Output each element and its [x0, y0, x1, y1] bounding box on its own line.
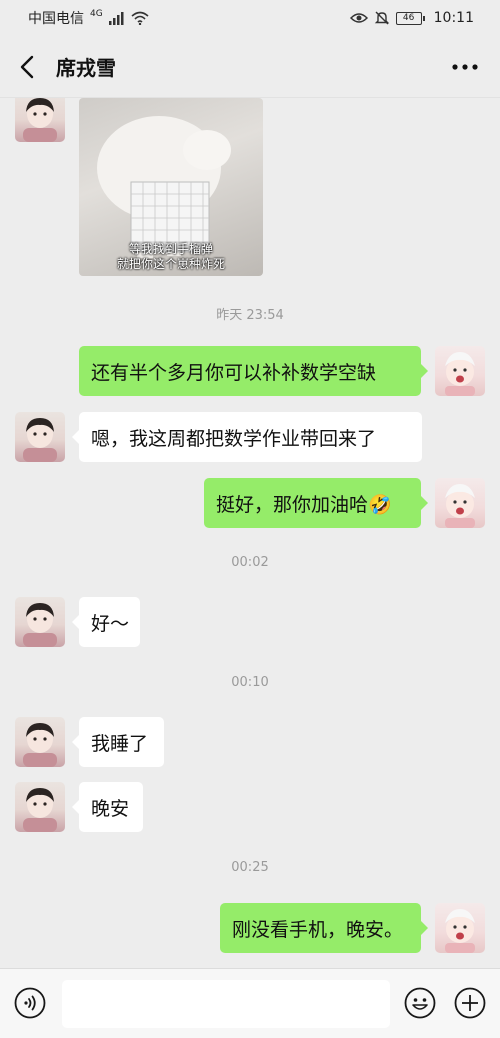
contact-avatar[interactable]	[15, 412, 65, 462]
incoming-message[interactable]: 嗯，我这周都把数学作业带回来了	[72, 412, 422, 462]
battery-icon: 46	[395, 11, 425, 25]
contact-name: 席戎雪	[56, 56, 116, 80]
chat-message-list[interactable]: 等我找到手榴弹 就把你这个崽种炸死 昨天 23:54 还有半个多月你可以补补数学…	[0, 98, 500, 968]
plus-icon[interactable]	[454, 987, 486, 1019]
sticker-caption: 等我找到手榴弹 就把你这个崽种炸死	[79, 242, 263, 272]
timestamp-label: 00:02	[231, 555, 269, 570]
sticker-caption-line1: 等我找到手榴弹	[128, 242, 213, 256]
message-input-bar	[0, 968, 500, 1038]
timestamp-label: 00:25	[231, 860, 269, 875]
status-left: 中国电信 4G	[28, 8, 149, 28]
user-avatar[interactable]	[435, 346, 485, 396]
contact-avatar[interactable]	[15, 782, 65, 832]
clock-label: 10:11	[433, 10, 474, 26]
incoming-message[interactable]: 晚安	[72, 782, 143, 832]
battery-level: 46	[402, 12, 415, 23]
eye-icon	[349, 13, 368, 23]
chevron-left-icon[interactable]	[14, 52, 40, 82]
sticker-caption-line2: 就把你这个崽种炸死	[116, 257, 225, 271]
voice-icon[interactable]	[14, 987, 46, 1019]
carrier-label: 中国电信	[28, 11, 84, 27]
incoming-message[interactable]: 好～	[72, 597, 140, 647]
status-bar: 中国电信 4G 46 10:11	[0, 0, 500, 36]
wifi-icon	[131, 11, 149, 25]
user-avatar[interactable]	[435, 478, 485, 528]
message-text-input[interactable]	[62, 980, 390, 1028]
contact-avatar[interactable]	[15, 98, 65, 142]
outgoing-message[interactable]: 还有半个多月你可以补补数学空缺	[79, 346, 428, 396]
sticker-image-message[interactable]: 等我找到手榴弹 就把你这个崽种炸死	[79, 98, 263, 276]
timestamp-label: 昨天 23:54	[216, 308, 284, 323]
signal-icon	[108, 12, 124, 25]
user-avatar[interactable]	[435, 903, 485, 953]
contact-avatar[interactable]	[15, 717, 65, 767]
contact-avatar[interactable]	[15, 597, 65, 647]
chat-header: 席戎雪	[0, 36, 500, 98]
outgoing-message[interactable]: 挺好，那你加油哈🤣	[204, 478, 428, 528]
timestamp-label: 00:10	[231, 675, 269, 690]
more-dots-icon[interactable]	[450, 55, 480, 79]
mute-bell-icon	[374, 11, 389, 25]
network-label: 4G	[90, 9, 103, 19]
emoji-icon[interactable]	[404, 987, 436, 1019]
outgoing-message[interactable]: 刚没看手机，晚安。	[220, 903, 428, 953]
status-right: 46 10:11	[349, 10, 474, 26]
incoming-message[interactable]: 我睡了	[72, 717, 164, 767]
